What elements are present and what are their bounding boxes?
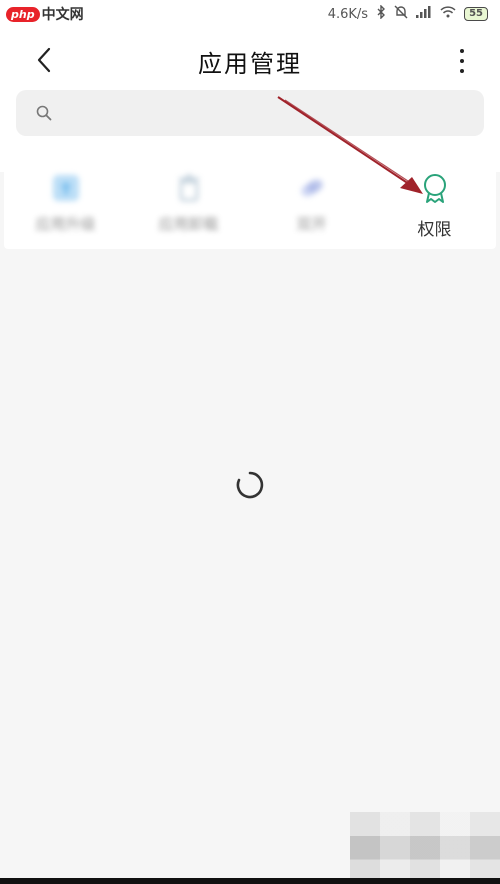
status-bar: php 中文网 4.6K/s 55 (0, 0, 500, 28)
upgrade-icon (52, 175, 79, 201)
search-input[interactable] (62, 104, 484, 122)
page-title: 应用管理 (198, 50, 302, 78)
loading-spinner-icon (235, 470, 265, 500)
search-icon (36, 105, 52, 121)
bluetooth-icon (376, 4, 386, 23)
tools-row: 应用升级 应用卸载 双开 权限 (4, 153, 496, 249)
tool-app-uninstall[interactable]: 应用卸载 (127, 153, 250, 249)
tool-label: 权限 (417, 220, 452, 240)
watermark-site: 中文网 (41, 7, 84, 23)
status-icons: 4.6K/s 55 (327, 4, 488, 23)
tool-label: 应用卸载 (158, 215, 219, 233)
tool-dual-app[interactable]: 双开 (250, 153, 373, 249)
tool-label: 双开 (296, 215, 327, 233)
search-bar[interactable] (16, 90, 484, 136)
network-speed: 4.6K/s (327, 6, 369, 22)
more-options-button[interactable] (452, 46, 472, 76)
mute-bell-icon (394, 5, 408, 23)
battery-indicator: 55 (464, 7, 488, 21)
more-vertical-icon (460, 49, 464, 53)
watermark: php 中文网 (6, 4, 84, 24)
trash-icon (178, 174, 199, 202)
dual-app-icon (300, 179, 323, 197)
tool-app-upgrade[interactable]: 应用升级 (4, 153, 127, 249)
watermark-badge: php (6, 6, 40, 22)
navigation-bar (0, 878, 500, 884)
app-header: 应用管理 (0, 28, 500, 172)
signal-icon (416, 6, 432, 22)
tool-permissions[interactable]: 权限 (373, 153, 496, 249)
wifi-icon (440, 6, 456, 22)
tool-label: 应用升级 (35, 215, 96, 233)
permission-badge-icon (423, 174, 446, 203)
pixelated-overlay (350, 812, 500, 884)
